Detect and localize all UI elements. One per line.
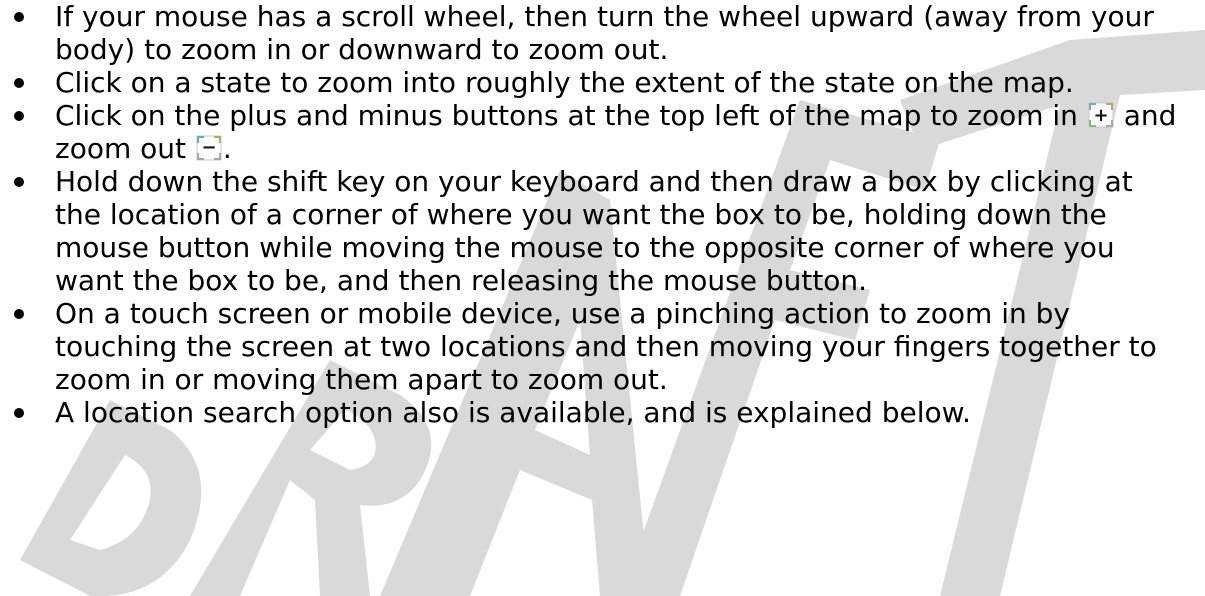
plus-glyph: +	[1093, 105, 1108, 126]
list-item-text: .	[222, 132, 232, 165]
list-item: Click on the plus and minus buttons at t…	[0, 99, 1180, 165]
list-item: On a touch screen or mobile device, use …	[0, 297, 1180, 396]
bullet-icon	[14, 0, 26, 33]
list-item-text: A location search option also is availab…	[55, 396, 971, 429]
zoom-out-button-icon: −	[196, 135, 222, 161]
list-item-text: Click on the plus and minus buttons at t…	[55, 99, 1078, 132]
list-item-text: On a touch screen or mobile device, use …	[55, 297, 1157, 396]
bullet-icon	[14, 396, 26, 429]
bullet-icon	[14, 99, 26, 132]
list-item: A location search option also is availab…	[0, 396, 1180, 429]
list-item-text: If your mouse has a scroll wheel, then t…	[55, 0, 1154, 66]
bullet-icon	[14, 165, 26, 198]
list-item: Click on a state to zoom into roughly th…	[0, 66, 1180, 99]
zoom-instructions-list: If your mouse has a scroll wheel, then t…	[0, 0, 1205, 429]
list-item-text: Hold down the shift key on your keyboard…	[55, 165, 1133, 297]
minus-glyph: −	[201, 137, 216, 158]
bullet-icon	[14, 66, 26, 99]
zoom-in-button-icon: +	[1088, 102, 1114, 128]
list-item: Hold down the shift key on your keyboard…	[0, 165, 1180, 297]
bullet-icon	[14, 297, 26, 330]
document-body: If your mouse has a scroll wheel, then t…	[0, 0, 1205, 429]
list-item: If your mouse has a scroll wheel, then t…	[0, 0, 1180, 66]
list-item-text: Click on a state to zoom into roughly th…	[55, 66, 1074, 99]
